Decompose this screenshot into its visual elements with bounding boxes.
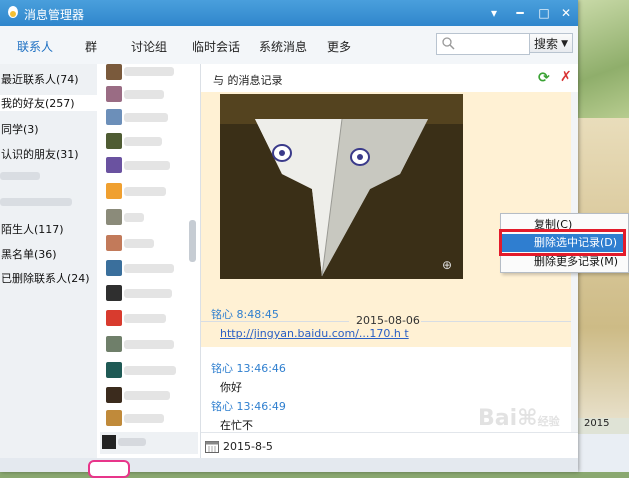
chat-scrollbar[interactable] [571,92,578,458]
contact-name-blurred [124,314,166,323]
chat-history-title: 与 的消息记录 [213,74,283,87]
contact-name-blurred [124,137,162,146]
zoom-icon[interactable]: ⊕ [442,258,452,272]
contact-name-blurred [124,67,174,76]
contact-name-blurred [124,90,164,99]
search-button-label: 搜索 [534,37,559,51]
message-sender: 铭心 13:46:46 [211,362,286,375]
avatar[interactable] [106,336,122,352]
avatar[interactable] [106,183,122,199]
background-image [578,0,629,118]
status-pill[interactable] [88,460,130,478]
background-bar [578,434,629,472]
contact-name-blurred [124,239,154,248]
contact-name-blurred [124,113,168,122]
contact-name-blurred [124,264,174,273]
origami-image [220,94,463,279]
highlight-annotation-box [499,229,626,256]
chevron-down-icon[interactable]: ▼ [561,34,568,54]
group-blurred [0,198,72,206]
contact-list [97,64,201,472]
contact-name-blurred [124,213,144,222]
contact-name-blurred [124,340,174,349]
search-input[interactable] [436,33,530,55]
title-bar: 消息管理器 ▾ ━ □ ✕ [0,0,578,26]
contact-name-blurred [118,438,146,446]
avatar [102,435,116,449]
contact-name-blurred [124,366,176,375]
chat-footer: 2015-8-5 [201,432,578,459]
group-strangers[interactable]: 陌生人(117) [1,221,64,237]
tab-contacts[interactable]: 联系人 [17,38,53,55]
avatar[interactable] [106,209,122,225]
avatar[interactable] [106,157,122,173]
contact-name-blurred [124,414,164,423]
maximize-button[interactable]: □ [534,4,554,22]
avatar[interactable] [106,86,122,102]
tab-groups[interactable]: 群 [85,38,97,55]
close-record-icon[interactable]: ✗ [560,69,572,85]
window-title: 消息管理器 [24,8,85,22]
chat-history-header: 与 的消息记录 ⟳ ✗ [201,64,578,93]
qq-penguin-icon [8,6,18,18]
group-deleted[interactable]: 已删除联系人(24) [1,270,90,286]
avatar[interactable] [106,410,122,426]
contact-name-blurred [124,289,172,298]
tab-temp-chat[interactable]: 临时会话 [192,38,240,55]
avatar[interactable] [106,64,122,80]
group-recent[interactable]: 最近联系人(74) [1,71,79,87]
message-sender: 铭心 13:46:49 [211,400,286,413]
tab-discussions[interactable]: 讨论组 [131,38,167,55]
contact-name-blurred [124,161,170,170]
avatar[interactable] [106,310,122,326]
minimize-button[interactable]: ━ [510,4,530,22]
search-button[interactable]: 搜索 ▼ [529,33,573,53]
avatar[interactable] [106,260,122,276]
avatar[interactable] [106,109,122,125]
message-sender: 铭心 8:48:45 [211,308,279,321]
message-text: 在忙不 [220,419,253,432]
origami-photo[interactable]: ⊕ [220,94,463,279]
footer-date[interactable]: 2015-8-5 [223,440,273,453]
group-acquaintances[interactable]: 认识的朋友(31) [1,146,79,162]
tab-more[interactable]: 更多 [327,38,351,55]
avatar[interactable] [106,387,122,403]
contact-name-blurred [124,391,170,400]
search-icon [442,37,455,50]
background-date: 2015 [584,418,610,429]
group-blacklist[interactable]: 黑名单(36) [1,246,57,262]
selected-contact-row[interactable] [100,432,198,454]
calendar-icon[interactable] [205,440,219,453]
avatar[interactable] [106,285,122,301]
contact-name-blurred [124,187,166,196]
close-button[interactable]: ✕ [556,4,576,22]
tab-system-messages[interactable]: 系统消息 [259,38,307,55]
group-blurred [0,172,40,180]
status-bar [0,458,578,478]
group-classmates[interactable]: 同学(3) [1,121,39,137]
avatar[interactable] [106,362,122,378]
avatar[interactable] [106,235,122,251]
group-my-friends[interactable]: 我的好友(257) [0,95,98,111]
watermark: Bai⌘经验 [478,406,560,431]
avatar[interactable] [106,133,122,149]
separator-line [421,321,571,322]
message-text: 你好 [220,381,242,394]
group-list: 最近联系人(74) 我的好友(257) 同学(3) 认识的朋友(31) 陌生人(… [0,64,98,472]
nav-toolbar: 联系人 群 讨论组 临时会话 系统消息 更多 搜索 ▼ [0,26,578,65]
contact-list-scrollbar[interactable] [189,220,196,262]
message-manager-window: 消息管理器 ▾ ━ □ ✕ 联系人 群 讨论组 临时会话 系统消息 更多 搜索 … [0,0,578,478]
refresh-icon[interactable]: ⟳ [538,70,550,86]
message-link[interactable]: http://jingyan.baidu.com/...170.h t [220,326,565,341]
chevron-down-icon[interactable]: ▾ [484,4,504,22]
